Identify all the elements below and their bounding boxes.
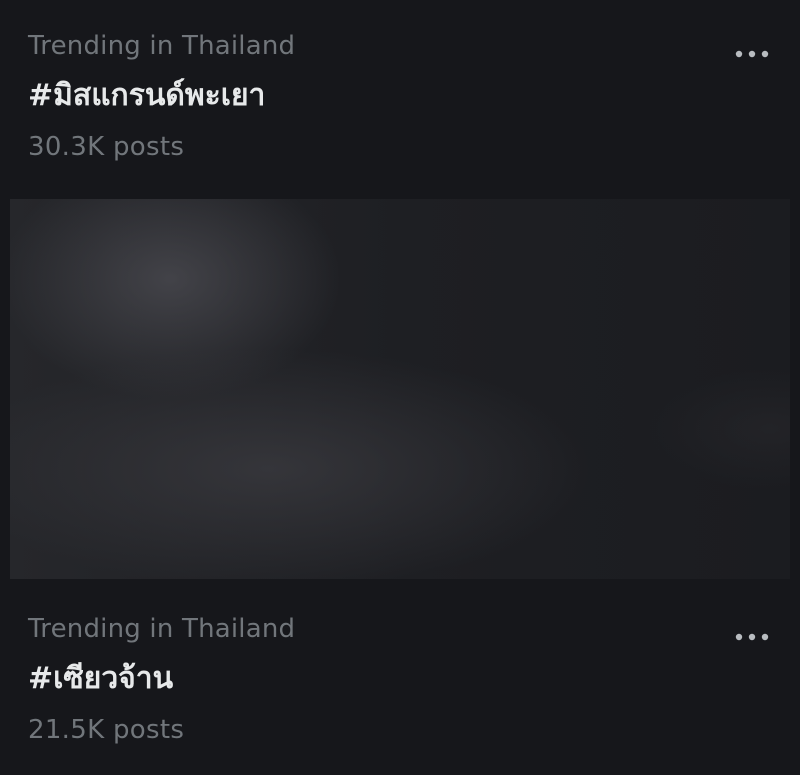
more-horizontal-icon	[734, 50, 770, 58]
trend-item[interactable]: Trending in Thailand #เซียวจ้าน 21.5K po…	[0, 605, 800, 775]
more-horizontal-icon	[734, 633, 770, 641]
more-options-button[interactable]	[728, 40, 776, 68]
blurred-media-image[interactable]	[10, 199, 790, 579]
trend-post-count: 30.3K posts	[28, 132, 185, 162]
trend-post-count: 21.5K posts	[28, 715, 185, 745]
trend-hashtag[interactable]: #มิสแกรนด์พะเยา	[28, 76, 265, 116]
trend-hashtag[interactable]: #เซียวจ้าน	[28, 659, 173, 699]
trend-context: Trending in Thailand	[28, 31, 296, 61]
trend-item[interactable]: Trending in Thailand #มิสแกรนด์พะเยา 30.…	[0, 22, 800, 192]
trend-context: Trending in Thailand	[28, 614, 296, 644]
more-options-button[interactable]	[728, 623, 776, 651]
